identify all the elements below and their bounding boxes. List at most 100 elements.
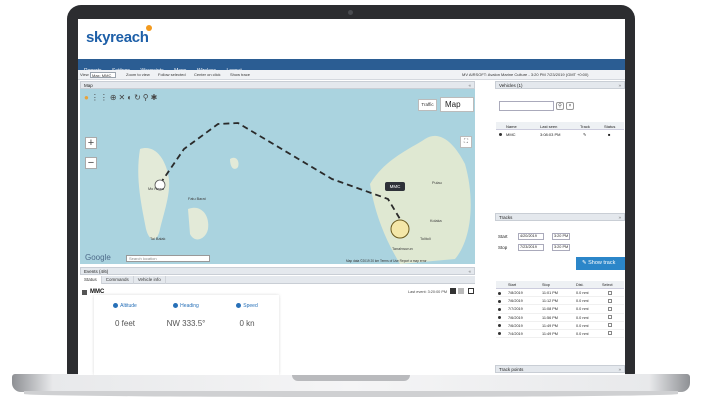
zoom-icon[interactable]: ⊕: [110, 93, 118, 102]
tracks-panel-header: Tracks »: [495, 213, 625, 221]
view-label: View: [80, 72, 89, 77]
altitude-value: 0 feet: [114, 319, 135, 328]
altitude-card: Altitude 0 feet: [96, 303, 154, 328]
laptop-notch: [292, 374, 410, 381]
vehicles-table: Name Last seen Track Status MMC 3:08:03 …: [496, 122, 624, 138]
track-stop: 11:01 PM: [542, 291, 558, 295]
track-stop: 11:12 PM: [542, 299, 558, 304]
track-select-checkbox[interactable]: [608, 298, 612, 303]
toolbar-option-trace[interactable]: Show trace: [230, 72, 250, 77]
zoom-in-button[interactable]: +: [85, 137, 97, 149]
collapse-icon[interactable]: »: [618, 82, 621, 89]
track-cluster-marker[interactable]: [390, 219, 410, 239]
track-dot-icon: [498, 316, 501, 320]
vehicle-marker-label[interactable]: MMC: [385, 182, 405, 191]
clear-icon[interactable]: ×: [566, 102, 574, 110]
track-start: 7/4/2019: [508, 331, 523, 336]
zoom-out-button[interactable]: −: [85, 157, 97, 169]
tracks-table: Start Stop Dist. Select 7/8/2019 11:01 P…: [496, 281, 624, 339]
refresh-icon[interactable]: ↻: [134, 93, 142, 102]
table-row[interactable]: 7/7/2019 11:08 PM 0.0 nmi: [496, 305, 624, 314]
tab-vehicle-info[interactable]: Vehicle info: [134, 276, 166, 284]
altitude-label: Altitude: [120, 303, 137, 309]
grid-icon[interactable]: ⋮⋮: [91, 93, 109, 102]
track-icon[interactable]: ✎: [583, 132, 586, 137]
status-cards: Altitude 0 feet Heading NW 333.5° Speed …: [94, 295, 279, 375]
col-select[interactable]: Select: [602, 283, 613, 287]
map-toolbar: View Max: MMC Zoom to view Follow select…: [78, 70, 625, 80]
tab-status[interactable]: Status: [80, 276, 102, 284]
table-row[interactable]: MMC 3:08:03 PM ✎ ■: [496, 130, 624, 138]
col-dist[interactable]: Dist.: [576, 283, 584, 287]
track-select-checkbox[interactable]: [608, 306, 612, 311]
traffic-button[interactable]: Traffic: [418, 99, 437, 111]
table-row[interactable]: 7/6/2019 11:56 PM 0.0 nmi: [496, 314, 624, 322]
vehicle-last-seen: 3:08:03 PM: [540, 132, 561, 137]
track-stop: 11:49 PM: [542, 323, 558, 328]
map-canvas[interactable]: ●⋮⋮⊕✕◐↻⚲✱ + − Traffic Map ⛶ MMC Mo Rewa …: [80, 89, 475, 264]
track-dist: 0.0 nmi: [576, 331, 589, 336]
tab-commands[interactable]: Commands: [102, 276, 134, 284]
app-logo[interactable]: skyreach: [86, 29, 149, 46]
col-name[interactable]: Name: [506, 124, 517, 129]
grid-view-icon[interactable]: [458, 288, 464, 294]
collapse-icon[interactable]: »: [618, 214, 621, 221]
stop-date-input[interactable]: 7/23/2019: [518, 244, 544, 251]
vehicle-name: MMC: [506, 132, 516, 137]
col-stop[interactable]: Stop: [542, 283, 550, 287]
collapse-icon[interactable]: »: [618, 366, 621, 373]
track-start: 7/6/2019: [508, 315, 523, 320]
google-logo: Google: [85, 253, 111, 262]
layers-icon[interactable]: ◐: [127, 93, 133, 102]
track-select-checkbox[interactable]: [608, 323, 612, 328]
pin-icon[interactable]: ●: [84, 93, 90, 102]
col-last-seen[interactable]: Last seen: [540, 124, 557, 129]
track-dist: 0.0 nmi: [576, 291, 589, 295]
settings-icon[interactable]: ✱: [151, 93, 159, 102]
fullscreen-icon[interactable]: ⛶: [460, 136, 472, 148]
place-label: Pulau: [432, 181, 442, 185]
list-icon[interactable]: [450, 288, 456, 294]
location-icon[interactable]: ⚲: [143, 93, 150, 102]
last-event-time: Last event: 3:20:00 PM: [408, 290, 448, 294]
col-status[interactable]: Status: [604, 124, 615, 129]
start-date-input[interactable]: 4/20/2019: [518, 233, 544, 240]
measure-icon[interactable]: ✕: [119, 93, 127, 102]
map-type-select[interactable]: Map: [440, 97, 474, 112]
track-select-checkbox[interactable]: [608, 290, 612, 295]
track-stop: 11:08 PM: [542, 307, 558, 312]
map-tools: ●⋮⋮⊕✕◐↻⚲✱: [84, 93, 159, 102]
table-row[interactable]: 7/4/2019 11:49 PM 0.0 nmi: [496, 330, 624, 339]
col-start[interactable]: Start: [508, 283, 516, 287]
track-select-checkbox[interactable]: [608, 331, 612, 336]
toolbar-option-center[interactable]: Center on click: [194, 72, 220, 77]
status-dot-icon: [499, 132, 502, 136]
vehicle-search-input[interactable]: [499, 101, 554, 111]
edit-icon[interactable]: [468, 288, 474, 294]
track-dot-icon: [498, 324, 501, 328]
col-track[interactable]: Track: [580, 124, 590, 129]
toolbar-option-follow[interactable]: Follow selected: [158, 72, 186, 77]
heading-label: Heading: [180, 303, 199, 309]
landmass-east: [370, 135, 471, 264]
table-row[interactable]: 7/8/2019 11:01 PM 0.0 nmi: [496, 289, 624, 298]
table-row[interactable]: 7/6/2019 11:12 PM 0.0 nmi: [496, 297, 624, 306]
view-select[interactable]: Max: MMC: [90, 71, 116, 78]
track-select-checkbox[interactable]: [608, 315, 612, 320]
track-dist: 0.0 nmi: [576, 323, 589, 328]
map-search-input[interactable]: Search location: [126, 255, 210, 262]
place-label: Tai Balak: [150, 237, 166, 241]
search-icon[interactable]: ⚲: [556, 102, 564, 110]
collapse-icon[interactable]: «: [468, 268, 471, 275]
start-time-input[interactable]: 3:20 PM: [552, 233, 570, 240]
show-track-button[interactable]: ✎ Show track: [576, 257, 625, 270]
toolbar-option-zoom[interactable]: Zoom to view: [126, 72, 150, 77]
table-header: Start Stop Dist. Select: [496, 281, 624, 289]
island-2: [230, 157, 239, 169]
events-tabs: Status Commands Vehicle info: [80, 276, 475, 284]
laptop-base-shadow: [24, 391, 678, 397]
collapse-icon[interactable]: «: [468, 82, 471, 89]
track-points-title: Track points: [499, 367, 524, 372]
stop-time-input[interactable]: 3:20 PM: [552, 244, 570, 251]
table-row[interactable]: 7/6/2019 11:49 PM 0.0 nmi: [496, 322, 624, 330]
